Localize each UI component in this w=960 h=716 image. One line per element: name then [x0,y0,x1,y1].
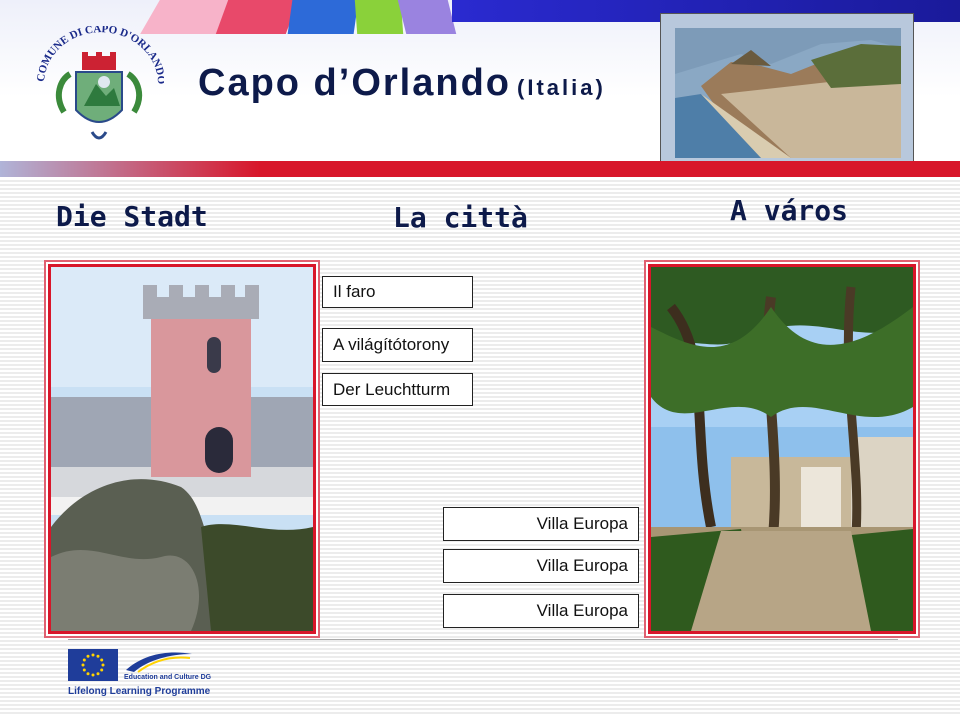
footer-dg-text: Education and Culture DG [124,674,212,681]
heading-hungarian: A város [730,194,849,227]
label-villa-europa-3: Villa Europa [443,594,639,628]
lifelong-learning-swoosh-icon [124,648,194,674]
aerial-town-photo [660,13,914,163]
page-title: Capo d’Orlando (Italia) [198,62,606,105]
header-divider-gradient [0,161,260,177]
ribbon-green [354,0,404,34]
villa-europa-photo [648,264,916,634]
ribbon-purple [397,0,457,34]
label-villa-europa-1: Villa Europa [443,507,639,541]
eu-flag-logo [68,649,118,681]
ribbon-red [215,0,299,34]
title-sub-text: (Italia) [517,75,606,100]
coat-of-arms: COMUNE DI CAPO D'ORLANDO [34,23,167,152]
heading-italian: La città [393,201,528,234]
footer-programme-text: Lifelong Learning Programme [68,686,211,697]
heading-german: Die Stadt [56,200,208,233]
label-leuchtturm: Der Leuchtturm [322,373,473,406]
ribbon-blue [287,0,359,34]
lighthouse-photo [48,264,316,634]
label-vilagitotorony: A világítótorony [322,328,473,362]
label-villa-europa-2: Villa Europa [443,549,639,583]
footer-divider [68,639,898,640]
title-main-text: Capo d’Orlando [198,62,511,104]
label-il-faro: Il faro [322,276,473,308]
